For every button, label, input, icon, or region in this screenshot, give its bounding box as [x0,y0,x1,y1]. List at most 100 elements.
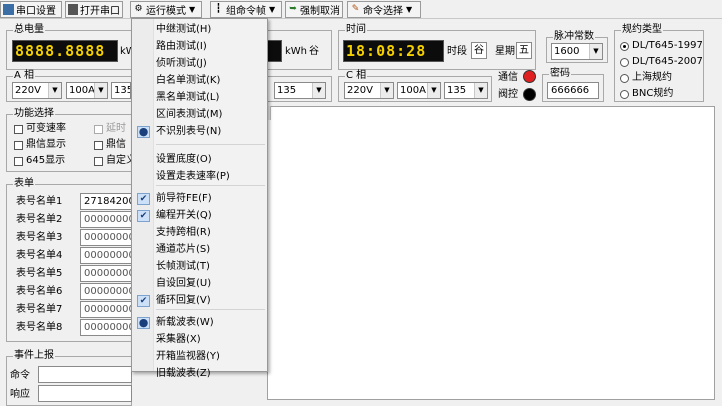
menu-item-label: 不识别表号(N) [156,126,222,137]
meter-row-field[interactable]: 000000000 [80,283,132,300]
menu-item[interactable]: 区间表测试(M) [132,107,267,123]
dingxin-checkbox[interactable]: 鼎信 [94,139,126,151]
phase-b-other-select[interactable]: 135 ▼ [274,82,326,99]
menu-item[interactable]: 采集器(X) [132,332,267,348]
comm-label: 通信 [498,72,518,83]
chevron-down-icon: ▼ [269,5,276,14]
meter-row-field[interactable]: 000000000 [80,265,132,282]
meter-row-label: 表号名单3 [16,232,63,243]
menu-item[interactable]: 通道芯片(S) [132,242,267,258]
force-cancel-button[interactable]: ➥ 强制取消 [285,1,343,18]
menu-item-label: 新载波表(W) [156,317,214,328]
week-label: 星期 [495,46,515,57]
menu-item[interactable]: 设置走表速率(P) [132,169,267,185]
menu-item[interactable]: 路由测试(I) [132,39,267,55]
event-command-field[interactable] [38,366,132,383]
menu-separator [156,144,265,145]
menu-item[interactable]: 设置底度(O) [132,152,267,168]
menu-item-label: 开箱监视器(Y) [156,351,220,362]
chevron-down-icon: ▼ [94,83,107,98]
protocol-option-bnc[interactable]: BNC规约 [620,88,673,100]
custom-checkbox[interactable]: 自定义 [94,155,136,167]
phase-a-current-select[interactable]: 100A ▼ [66,82,108,99]
toolbar: 串口设置 打开串口 ⚙ 运行模式 ▼ ┇ 组命令帧 ▼ ➥ 强制取消 ✎ 命令选… [0,0,722,19]
plug-icon [68,4,78,15]
meter-row-field[interactable]: 000000000 [80,301,132,318]
menu-item[interactable]: 侦听测试(J) [132,56,267,72]
phase-a-other-select[interactable]: 135 [111,82,131,99]
comm-indicator [523,70,536,83]
week-field[interactable]: 五 [516,42,532,59]
meter-row-field[interactable]: 271842003 [80,193,132,210]
meter-row-label: 表号名单4 [16,250,63,261]
radio-icon [620,41,629,51]
menu-item[interactable]: 长帧测试(T) [132,259,267,275]
menu-item[interactable]: ● 不识别表号(N) [132,124,267,140]
menu-separator [156,309,265,310]
radio-icon [620,73,629,83]
variable-rate-checkbox[interactable]: 可变速率 [14,123,66,135]
radio-icon [620,89,629,99]
dingxin-display-checkbox[interactable]: 鼎信显示 [14,139,66,151]
event-response-label: 响应 [10,389,30,400]
protocol-option-1997[interactable]: DL/T645-1997 [620,40,703,52]
pin-icon: ┇ [215,4,222,14]
protocol-option-2007[interactable]: DL/T645-2007 [620,56,703,68]
output-area[interactable] [267,106,715,400]
radio-icon [620,57,629,67]
run-mode-button[interactable]: ⚙ 运行模式 ▼ [130,1,202,18]
meter-row-field[interactable]: 000000000 [80,229,132,246]
group-command-button[interactable]: ┇ 组命令帧 ▼ [210,1,282,18]
menu-item[interactable]: 开箱监视器(Y) [132,349,267,365]
chevron-down-icon: ▼ [312,83,325,98]
phase-a-voltage-select[interactable]: 220V ▼ [12,82,62,99]
chevron-down-icon: ▼ [406,5,413,14]
menu-item[interactable]: ● 新载波表(W) [132,315,267,331]
serial-icon [3,4,14,15]
total-energy-title: 总电量 [13,24,45,36]
meter-row-label: 表号名单1 [16,196,63,207]
valve-indicator [523,88,536,101]
meter-row-field[interactable]: 000000000 [80,211,132,228]
menu-item[interactable]: ✔ 编程开关(Q) [132,208,267,224]
meter-row-label: 表号名单2 [16,214,63,225]
serial-settings-button[interactable]: 串口设置 [0,1,62,18]
menu-item-label: 侦听测试(J) [156,58,207,69]
menu-item[interactable]: 旧载波表(Z) [132,366,267,382]
chevron-down-icon: ▼ [427,83,440,98]
protocol-option-shanghai[interactable]: 上海规约 [620,72,672,84]
phase-c-other-select[interactable]: 135 ▼ [444,82,488,99]
event-response-field[interactable] [38,385,132,402]
phase-c-current-select[interactable]: 100A ▼ [397,82,441,99]
open-serial-button[interactable]: 打开串口 [65,1,123,18]
645-display-checkbox[interactable]: 645显示 [14,155,65,167]
valve-label: 阀控 [498,89,518,100]
pulse-select[interactable]: 1600 ▼ [551,43,603,60]
menu-item[interactable]: 黑名单测试(L) [132,90,267,106]
menu-item[interactable]: 白名单测试(K) [132,73,267,89]
chevron-down-icon: ▼ [48,83,61,98]
phase-c-voltage-select[interactable]: 220V ▼ [344,82,394,99]
delay-checkbox[interactable]: 延时 [94,123,126,135]
meter-row-field[interactable]: 000000000 [80,247,132,264]
total-energy-display: 8888.8888 [12,40,118,62]
menu-item-label: 黑名单测试(L) [156,92,220,103]
checkmark-icon: ✔ [137,193,150,205]
command-select-button[interactable]: ✎ 命令选择 ▼ [347,1,421,18]
password-field[interactable]: 666666 [547,82,599,99]
menu-item-label: 采集器(X) [156,334,201,345]
menu-item-label: 自设回复(U) [156,278,212,289]
menu-item[interactable]: ✔ 前导符FE(F) [132,191,267,207]
menu-item-label: 白名单测试(K) [156,75,221,86]
period-field[interactable]: 谷 [471,42,487,59]
meter-row-field[interactable]: 000000000 [80,319,132,336]
menu-item[interactable]: ✔ 循环回复(V) [132,293,267,309]
menu-item[interactable]: 中继测试(H) [132,22,267,38]
menu-item[interactable]: 支持跨相(R) [132,225,267,241]
bullet-icon: ● [137,125,150,138]
menu-item-label: 设置底度(O) [156,154,212,165]
menu-item-label: 长帧测试(T) [156,261,210,272]
phase-c-title: C 相 [345,70,368,82]
events-title: 事件上报 [13,350,55,362]
menu-item[interactable]: 自设回复(U) [132,276,267,292]
